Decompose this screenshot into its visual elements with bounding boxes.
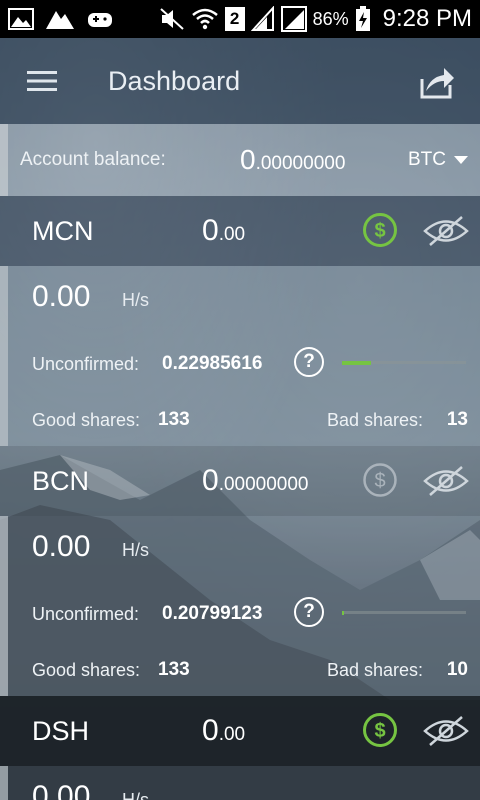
mountain-notification-icon [46,6,74,32]
clock: 9:28 PM [382,5,472,32]
progress-fill [342,360,371,365]
hashrate-unit: H/s [122,290,149,310]
coin-name: DSH [32,715,90,746]
hashrate-unit: H/s [122,790,149,800]
help-icon[interactable]: ? [294,597,324,627]
sim-indicator: 2 [224,7,245,31]
battery-charging-icon [355,6,371,32]
bad-shares-value: 13 [446,409,468,430]
unconfirmed-value: 0.22985616 [162,353,263,374]
app-bar: Dashboard [0,38,480,124]
hamburger-menu-icon [27,71,57,91]
progress-fill [342,610,345,615]
unconfirmed-value: 0.20799123 [162,603,263,624]
svg-text:$: $ [374,470,385,492]
status-bar: 2 86% 9:28 PM [0,0,480,38]
dollar-icon[interactable]: $ [362,712,398,748]
silent-mode-icon [159,6,185,32]
signal-icon [250,6,275,32]
page-title: Dashboard [108,65,241,96]
share-icon [420,68,454,99]
hashrate-value: 0.00 [32,780,91,800]
good-shares-label: Good shares: [32,410,141,430]
unconfirmed-label: Unconfirmed: [32,354,140,374]
gamepad-icon [86,6,114,32]
coin-header[interactable]: MCN 0.00 $ [0,196,480,266]
bad-shares-value: 10 [446,659,468,680]
wifi-icon [191,6,219,32]
bad-shares-label: Bad shares: [327,410,424,430]
coin-body: 0.00 H/s Unconfirmed: 0.20799123 ? Good … [0,516,480,696]
coin-header[interactable]: DSH 0.00 $ [0,696,480,766]
account-balance-row: Account balance: 0.00000000 BTC [0,124,480,196]
payout-progress-bar [342,610,466,615]
battery-percentage: 86% [312,8,349,29]
hashrate-unit: H/s [122,540,149,560]
hashrate-value: 0.00 [32,530,91,563]
share-button[interactable] [396,38,480,124]
good-shares-value: 133 [158,659,190,680]
help-icon[interactable]: ? [294,347,324,377]
coin-value: 0.00 [202,714,246,747]
hashrate-value: 0.00 [32,280,91,313]
coin-header[interactable]: BCN 0.00000000 $ [0,446,480,516]
eye-off-icon[interactable] [422,214,470,248]
payout-progress-bar [342,360,466,365]
good-shares-label: Good shares: [32,660,141,680]
image-icon [8,6,34,32]
dollar-icon[interactable]: $ [362,212,398,248]
svg-text:$: $ [374,720,385,742]
svg-text:$: $ [374,220,385,242]
coin-value: 0.00000000 [202,464,309,497]
coin-card-dsh: DSH 0.00 $ 0.00 H/s [0,696,480,800]
coin-body: 0.00 H/s Unconfirmed: 0.22985616 ? Good … [0,266,480,446]
eye-off-icon[interactable] [422,464,470,498]
coin-card-mcn: MCN 0.00 $ 0.00 H/s Unconfirmed: 0.22985… [0,196,480,446]
currency-dropdown[interactable]: BTC [408,149,468,171]
menu-button[interactable] [0,38,84,124]
account-balance-value: 0.00000000 [240,144,346,175]
coin-card-bcn: BCN 0.00000000 $ 0.00 H/s Unconfirmed: 0… [0,446,480,696]
bad-shares-label: Bad shares: [327,660,424,680]
coin-name: MCN [32,215,94,246]
signal-full-icon [280,6,307,32]
currency-label: BTC [408,149,446,170]
chevron-down-icon [454,156,468,164]
coin-value: 0.00 [202,214,246,247]
dollar-icon[interactable]: $ [362,462,398,498]
coin-name: BCN [32,465,90,496]
unconfirmed-label: Unconfirmed: [32,604,140,624]
coin-body: 0.00 H/s [0,766,480,800]
account-balance-label: Account balance: [20,149,166,170]
good-shares-value: 133 [158,409,190,430]
eye-off-icon[interactable] [422,714,470,748]
